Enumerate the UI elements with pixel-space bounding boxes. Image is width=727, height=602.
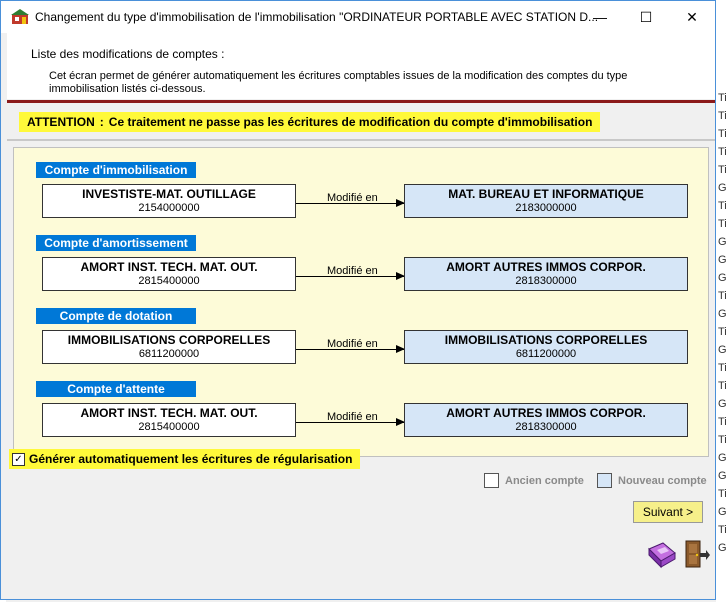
window-title: Changement du type d'immobilisation de l…: [35, 10, 599, 24]
old-account-number: 2815400000: [138, 421, 200, 433]
old-account-number: 2154000000: [138, 202, 200, 214]
old-account-number: 6811200000: [138, 348, 200, 360]
section-label-amortissement: Compte d'amortissement: [36, 235, 196, 251]
background-text-fragment: Ti: [718, 92, 727, 104]
background-text-fragment: Ti: [718, 434, 727, 446]
attention-message: Ce traitement ne passe pas les écritures…: [108, 115, 593, 129]
background-text-fragment: G: [718, 236, 727, 248]
background-text-fragment: Ti: [718, 416, 727, 428]
background-text-fragment: Ti: [718, 326, 727, 338]
new-account-number: 2183000000: [515, 202, 577, 214]
new-account-dotation: IMMOBILISATIONS CORPORELLES 6811200000: [404, 330, 688, 364]
close-button[interactable]: ✕: [669, 1, 715, 33]
new-account-name: AMORT AUTRES IMMOS CORPOR.: [446, 260, 646, 274]
minimize-button[interactable]: —: [577, 1, 623, 33]
old-account-name: AMORT INST. TECH. MAT. OUT.: [80, 260, 258, 274]
background-text-fragment: G: [718, 254, 727, 266]
background-text-fragment: Ti: [718, 362, 727, 374]
new-account-number: 2818300000: [515, 275, 577, 287]
attention-separator: :: [99, 115, 104, 129]
section-label-immobilisation: Compte d'immobilisation: [36, 162, 196, 178]
old-account-dotation: IMMOBILISATIONS CORPORELLES 6811200000: [42, 330, 296, 364]
header-title: Liste des modifications de comptes :: [31, 47, 225, 61]
legend-new-label: Nouveau compte: [618, 474, 707, 487]
title-bar[interactable]: Changement du type d'immobilisation de l…: [1, 1, 715, 33]
new-account-attente: AMORT AUTRES IMMOS CORPOR. 2818300000: [404, 403, 688, 437]
background-text-fragment: Ti: [718, 110, 727, 122]
background-text-fragment: G: [718, 308, 727, 320]
checkbox-check-icon[interactable]: ✓: [12, 452, 25, 466]
header-separator: [7, 100, 715, 103]
old-account-name: AMORT INST. TECH. MAT. OUT.: [80, 406, 258, 420]
legend-old-account: Ancien compte: [484, 473, 584, 488]
header-panel: Liste des modifications de comptes : Cet…: [7, 33, 715, 99]
old-account-immobilisation: INVESTISTE-MAT. OUTILLAGE 2154000000: [42, 184, 296, 218]
old-account-amortissement: AMORT INST. TECH. MAT. OUT. 2815400000: [42, 257, 296, 291]
new-account-number: 2818300000: [515, 421, 577, 433]
arrow-right-icon: [296, 272, 405, 280]
next-button[interactable]: Suivant >: [633, 501, 703, 523]
exit-door-icon[interactable]: [684, 539, 710, 569]
attention-banner: ATTENTION : Ce traitement ne passe pas l…: [19, 112, 601, 132]
app-house-icon: [11, 9, 29, 24]
old-account-name: INVESTISTE-MAT. OUTILLAGE: [82, 187, 256, 201]
background-text-fragment: Ti: [718, 488, 727, 500]
dialog-content: Liste des modifications de comptes : Cet…: [7, 33, 715, 599]
accounts-panel: Compte d'immobilisation INVESTISTE-MAT. …: [13, 147, 709, 457]
background-text-fragment: Ti: [718, 146, 727, 158]
legend-new-account: Nouveau compte: [597, 473, 707, 488]
section-label-dotation: Compte de dotation: [36, 308, 196, 324]
generate-entries-label: Générer automatiquement les écritures de…: [29, 452, 353, 466]
background-text-fragment: G: [718, 470, 727, 482]
new-account-name: IMMOBILISATIONS CORPORELLES: [444, 333, 648, 347]
background-text-fragment: Ti: [718, 164, 727, 176]
background-text-fragment: G: [718, 542, 727, 554]
background-text-fragment: G: [718, 182, 727, 194]
background-text-fragment: Ti: [718, 290, 727, 302]
arrow-right-icon: [296, 199, 405, 207]
journal-book-icon[interactable]: [647, 541, 677, 569]
attention-label: ATTENTION: [27, 115, 95, 129]
old-account-name: IMMOBILISATIONS CORPORELLES: [67, 333, 271, 347]
background-text-fragment: G: [718, 398, 727, 410]
old-account-attente: AMORT INST. TECH. MAT. OUT. 2815400000: [42, 403, 296, 437]
new-account-amortissement: AMORT AUTRES IMMOS CORPOR. 2818300000: [404, 257, 688, 291]
legend-new-swatch: [597, 473, 612, 488]
background-text-fragment: Ti: [718, 524, 727, 536]
background-text-fragment: G: [718, 344, 727, 356]
section-label-attente: Compte d'attente: [36, 381, 196, 397]
background-text-fragment: Ti: [718, 200, 727, 212]
maximize-button[interactable]: ☐: [623, 1, 669, 33]
old-account-number: 2815400000: [138, 275, 200, 287]
background-text-fragment: Ti: [718, 218, 727, 230]
arrow-right-icon: [296, 418, 405, 426]
attention-divider: [7, 139, 715, 141]
new-account-number: 6811200000: [515, 348, 577, 360]
legend-old-label: Ancien compte: [505, 474, 584, 487]
background-text-fragment: G: [718, 272, 727, 284]
background-text-fragment: Ti: [718, 380, 727, 392]
legend-old-swatch: [484, 473, 499, 488]
background-text-fragment: G: [718, 452, 727, 464]
background-text-fragment: G: [718, 506, 727, 518]
new-account-name: AMORT AUTRES IMMOS CORPOR.: [446, 406, 646, 420]
new-account-immobilisation: MAT. BUREAU ET INFORMATIQUE 2183000000: [404, 184, 688, 218]
header-description: Cet écran permet de générer automatiquem…: [49, 70, 628, 95]
background-text-fragment: Ti: [718, 128, 727, 140]
arrow-right-icon: [296, 345, 405, 353]
generate-entries-checkbox[interactable]: ✓ Générer automatiquement les écritures …: [9, 449, 361, 469]
new-account-name: MAT. BUREAU ET INFORMATIQUE: [448, 187, 644, 201]
dialog-window: Changement du type d'immobilisation de l…: [0, 0, 716, 600]
background-window-strip: Ti Ti Ti Ti Ti G Ti Ti G G G Ti G Ti G Ti Ti G Ti Ti G G Ti G Ti…: [716, 0, 727, 602]
